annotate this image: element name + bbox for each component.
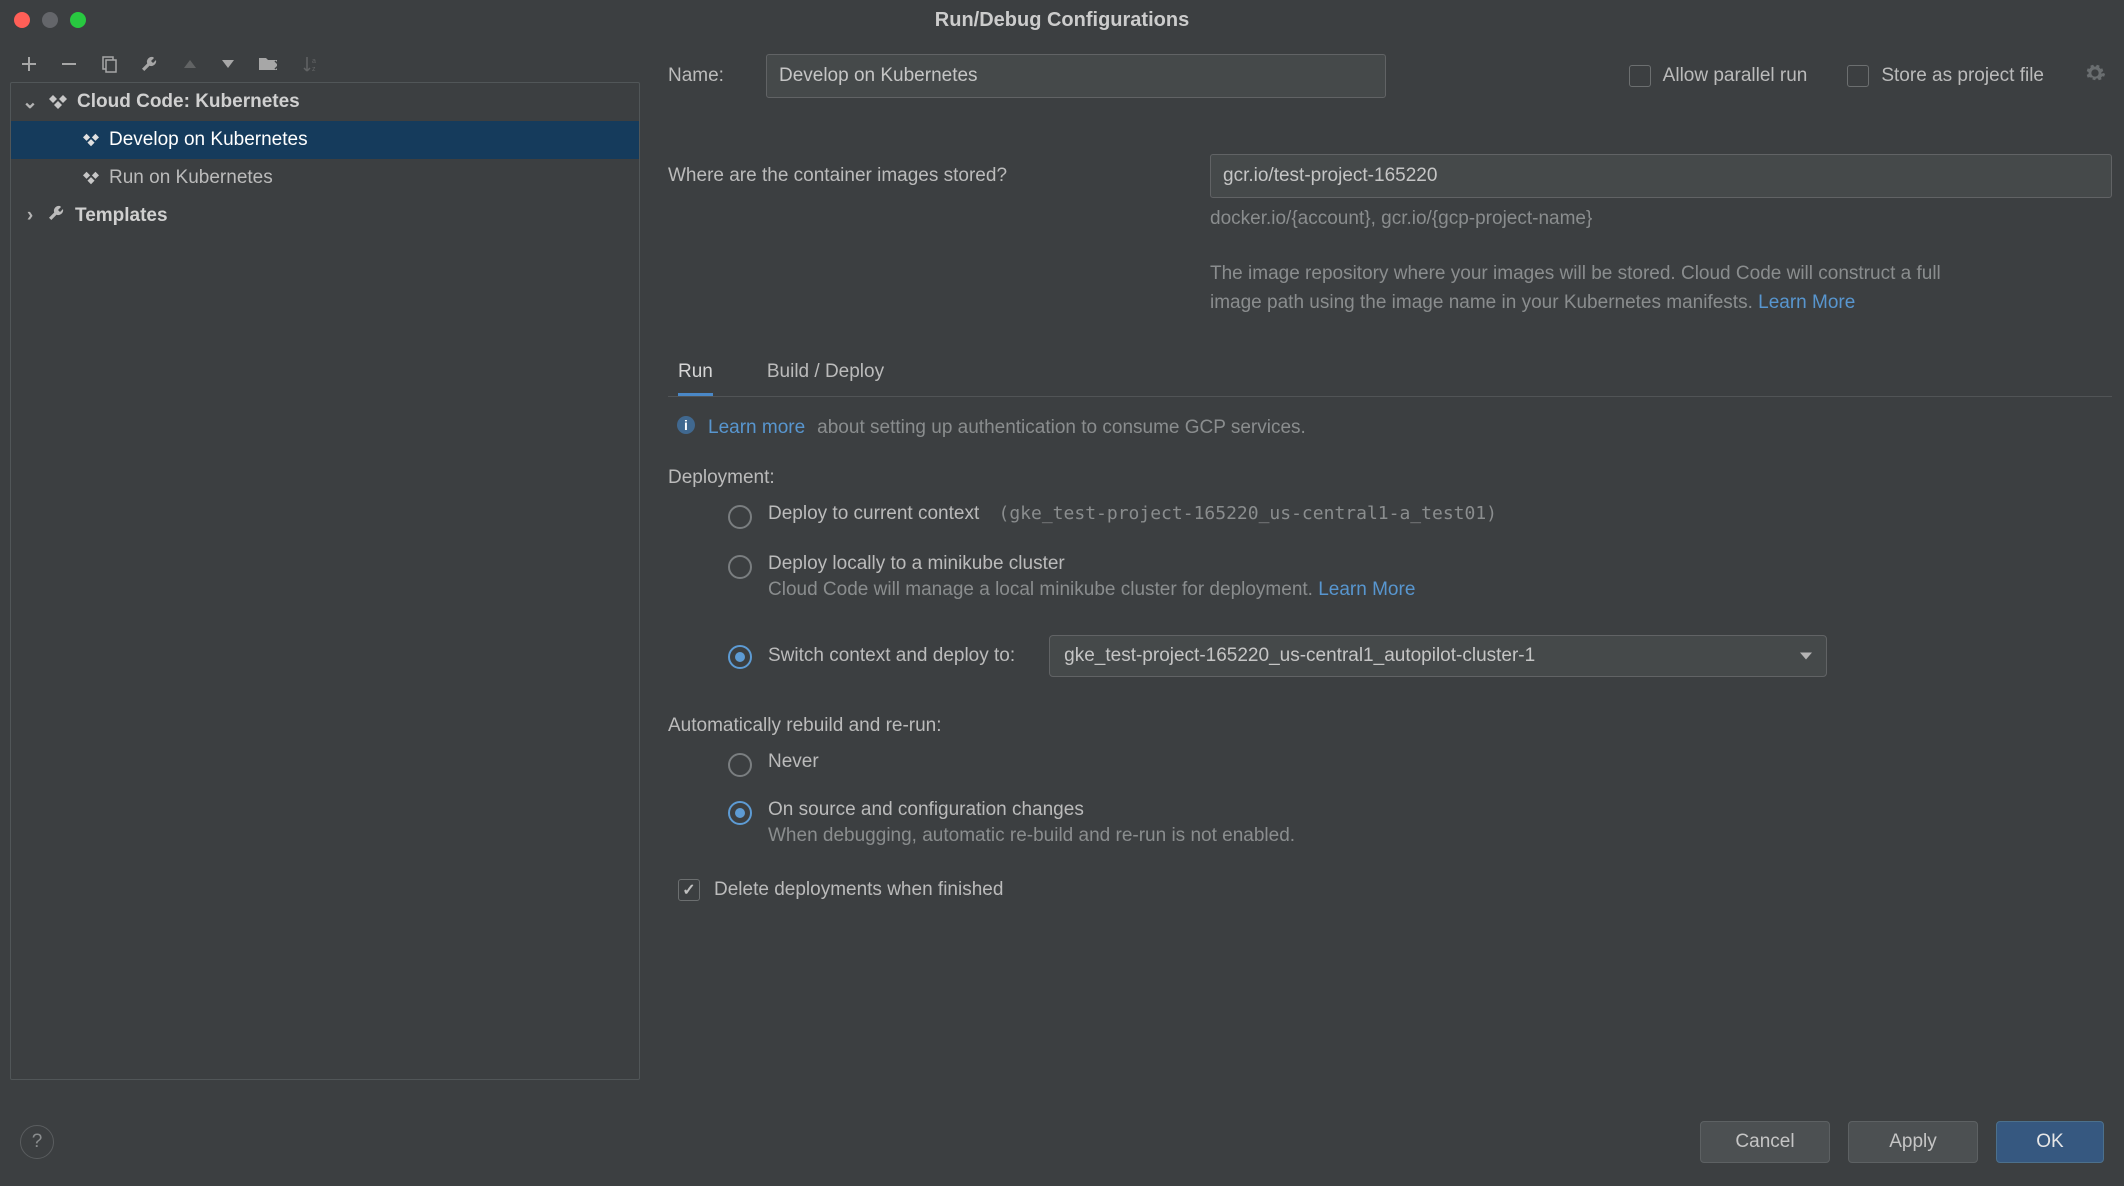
- rebuild-onchange-label: On source and configuration changes: [768, 799, 1295, 821]
- allow-parallel-option[interactable]: Allow parallel run: [1629, 65, 1808, 87]
- learn-more-link[interactable]: Learn More: [1318, 579, 1415, 600]
- store-project-option[interactable]: Store as project file: [1847, 65, 2044, 87]
- deploy-current-context: (gke_test-project-165220_us-central1-a_t…: [999, 503, 1498, 524]
- sidebar: az ⌄ Cloud Code: Kubernetes Develop on K…: [0, 40, 640, 1098]
- images-row: Where are the container images stored?: [668, 154, 2112, 198]
- svg-text:z: z: [312, 66, 316, 73]
- repo-description: The image repository where your images w…: [1210, 260, 1960, 317]
- name-row: Name: Allow parallel run Store as projec…: [668, 54, 2112, 98]
- gear-icon[interactable]: [2084, 62, 2106, 90]
- name-label: Name:: [668, 65, 724, 87]
- radio-icon[interactable]: [728, 505, 752, 529]
- tree-category-templates[interactable]: › Templates: [11, 197, 639, 235]
- checkbox-icon[interactable]: [678, 879, 700, 901]
- radio-icon[interactable]: [728, 801, 752, 825]
- chevron-down-icon: ⌄: [21, 91, 39, 114]
- deploy-local-option[interactable]: Deploy locally to a minikube cluster Clo…: [668, 553, 2112, 601]
- sort-icon[interactable]: az: [302, 55, 320, 73]
- radio-icon[interactable]: [728, 753, 752, 777]
- context-select-value: gke_test-project-165220_us-central1_auto…: [1064, 645, 1535, 667]
- tree-category-cloudcode[interactable]: ⌄ Cloud Code: Kubernetes: [11, 83, 639, 121]
- deployment-heading: Deployment:: [668, 467, 2112, 489]
- checkbox-icon[interactable]: [1847, 65, 1869, 87]
- deploy-switch-label: Switch context and deploy to:: [768, 645, 1015, 667]
- diamonds-icon: [81, 132, 101, 148]
- add-icon[interactable]: [20, 55, 38, 73]
- deploy-current-label: Deploy to current context: [768, 503, 979, 524]
- cancel-button[interactable]: Cancel: [1700, 1121, 1830, 1163]
- store-project-label: Store as project file: [1881, 65, 2044, 87]
- context-select[interactable]: gke_test-project-165220_us-central1_auto…: [1049, 635, 1827, 677]
- move-down-icon[interactable]: [220, 58, 236, 70]
- rebuild-onchange-option[interactable]: On source and configuration changes When…: [668, 799, 2112, 847]
- images-label: Where are the container images stored?: [668, 165, 1188, 187]
- deploy-local-label: Deploy locally to a minikube cluster: [768, 553, 1415, 575]
- radio-icon[interactable]: [728, 645, 752, 669]
- tree-category-label: Templates: [75, 205, 168, 227]
- content-panel: Name: Allow parallel run Store as projec…: [640, 40, 2124, 1098]
- ok-button[interactable]: OK: [1996, 1121, 2104, 1163]
- diamonds-icon: [81, 170, 101, 186]
- rebuild-onchange-sub: When debugging, automatic re-build and r…: [768, 825, 1295, 847]
- wrench-icon[interactable]: [140, 54, 160, 74]
- top-options: Allow parallel run Store as project file: [1629, 62, 2112, 90]
- tree-item-run[interactable]: Run on Kubernetes: [11, 159, 639, 197]
- apply-button[interactable]: Apply: [1848, 1121, 1978, 1163]
- svg-text:i: i: [684, 417, 688, 433]
- auth-info-text: about setting up authentication to consu…: [817, 417, 1306, 439]
- tree-category-label: Cloud Code: Kubernetes: [77, 91, 300, 113]
- radio-icon[interactable]: [728, 555, 752, 579]
- rebuild-heading: Automatically rebuild and re-run:: [668, 715, 2112, 737]
- deploy-local-sub: Cloud Code will manage a local minikube …: [768, 579, 1415, 601]
- info-icon: i: [676, 415, 696, 441]
- remove-icon[interactable]: [60, 55, 78, 73]
- tree-item-label: Run on Kubernetes: [109, 167, 273, 189]
- window-title: Run/Debug Configurations: [0, 9, 2124, 32]
- wrench-icon: [47, 203, 67, 229]
- svg-text:a: a: [312, 58, 316, 65]
- tab-run[interactable]: Run: [678, 361, 713, 396]
- learn-more-link[interactable]: Learn more: [708, 417, 805, 439]
- chevron-right-icon: ›: [21, 205, 39, 227]
- deploy-local-sub-text: Cloud Code will manage a local minikube …: [768, 579, 1318, 600]
- deploy-switch-option[interactable]: Switch context and deploy to: gke_test-p…: [668, 635, 2112, 677]
- auth-info-row: i Learn more about setting up authentica…: [668, 415, 2112, 441]
- images-input[interactable]: [1210, 154, 2112, 198]
- name-input[interactable]: [766, 54, 1386, 98]
- allow-parallel-label: Allow parallel run: [1663, 65, 1808, 87]
- tree-item-develop[interactable]: Develop on Kubernetes: [11, 121, 639, 159]
- delete-deployments-label: Delete deployments when finished: [714, 879, 1003, 901]
- move-up-icon[interactable]: [182, 58, 198, 70]
- rebuild-never-label: Never: [768, 751, 819, 773]
- titlebar: Run/Debug Configurations: [0, 0, 2124, 40]
- main-area: az ⌄ Cloud Code: Kubernetes Develop on K…: [0, 40, 2124, 1098]
- dialog-footer: ? Cancel Apply OK: [0, 1098, 2124, 1186]
- config-tree[interactable]: ⌄ Cloud Code: Kubernetes Develop on Kube…: [10, 82, 640, 1080]
- tree-item-label: Develop on Kubernetes: [109, 129, 308, 151]
- help-button[interactable]: ?: [20, 1125, 54, 1159]
- delete-deployments-option[interactable]: Delete deployments when finished: [668, 879, 2112, 901]
- learn-more-link[interactable]: Learn More: [1758, 292, 1855, 313]
- deploy-current-option[interactable]: Deploy to current context (gke_test-proj…: [668, 503, 2112, 529]
- folder-icon[interactable]: [258, 55, 280, 73]
- copy-icon[interactable]: [100, 55, 118, 73]
- sidebar-toolbar: az: [10, 50, 640, 82]
- images-hint: docker.io/{account}, gcr.io/{gcp-project…: [1210, 208, 2112, 230]
- tab-build-deploy[interactable]: Build / Deploy: [767, 361, 884, 396]
- rebuild-never-option[interactable]: Never: [668, 751, 2112, 777]
- checkbox-icon[interactable]: [1629, 65, 1651, 87]
- tabs: Run Build / Deploy: [668, 361, 2112, 397]
- diamonds-icon: [47, 93, 69, 111]
